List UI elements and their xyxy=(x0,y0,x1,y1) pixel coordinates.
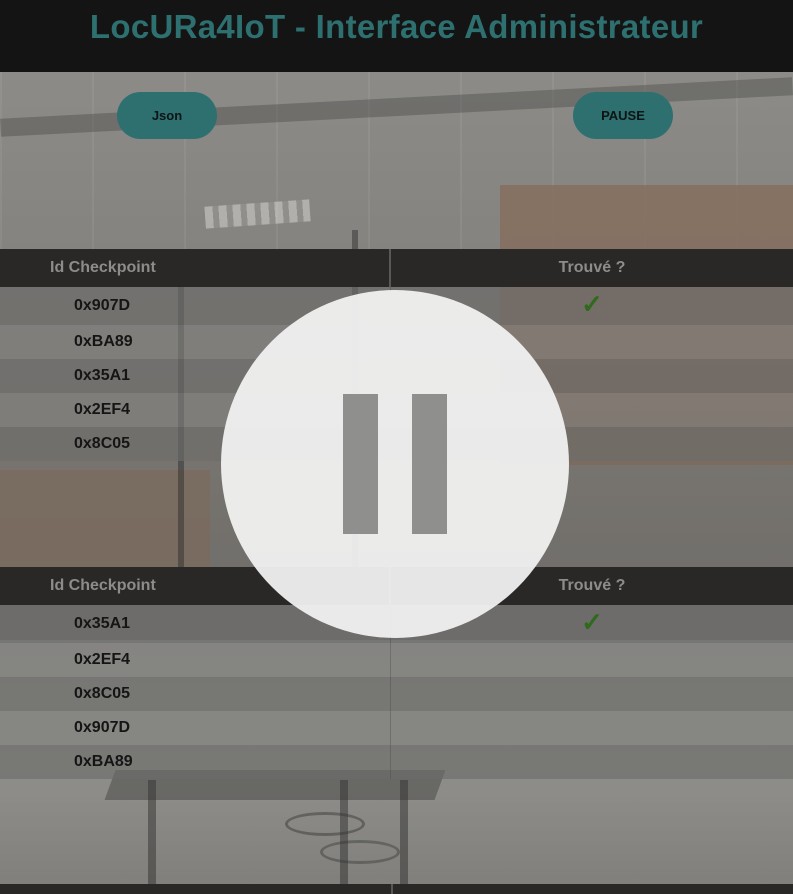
pause-icon xyxy=(343,394,378,534)
stool-ring xyxy=(320,840,400,864)
table-row: 0x8C05 xyxy=(0,677,793,711)
found-cell xyxy=(391,711,793,745)
json-button[interactable]: Json xyxy=(117,92,217,139)
top-bar: LocURa4IoT - Interface Administrateur xyxy=(0,0,793,72)
table-header: Id Checkpoint Trouvé ? xyxy=(0,249,793,287)
found-cell xyxy=(391,677,793,711)
checkpoint-id: 0x907D xyxy=(0,711,391,745)
column-divider xyxy=(391,884,393,894)
table-row: 0x907D xyxy=(0,711,793,745)
checkpoint-id: 0xBA89 xyxy=(0,745,391,779)
found-cell xyxy=(391,745,793,779)
column-header-id: Id Checkpoint xyxy=(0,249,391,287)
column-header-found: Trouvé ? xyxy=(558,259,626,276)
checkpoint-id: 0x8C05 xyxy=(0,677,391,711)
pause-overlay[interactable] xyxy=(221,290,569,638)
pause-button[interactable]: PAUSE xyxy=(573,92,673,139)
table-header-partial xyxy=(0,884,793,894)
pause-icon xyxy=(412,394,447,534)
table-row: 0xBA89 xyxy=(0,745,793,779)
table-row: 0x2EF4 xyxy=(0,643,793,677)
page-title: LocURa4IoT - Interface Administrateur xyxy=(89,8,704,45)
found-cell xyxy=(391,643,793,677)
checkpoint-id: 0x2EF4 xyxy=(0,643,391,677)
checkmark-icon: ✓ xyxy=(581,289,603,319)
stool-ring xyxy=(285,812,365,836)
checkmark-icon: ✓ xyxy=(581,607,603,637)
